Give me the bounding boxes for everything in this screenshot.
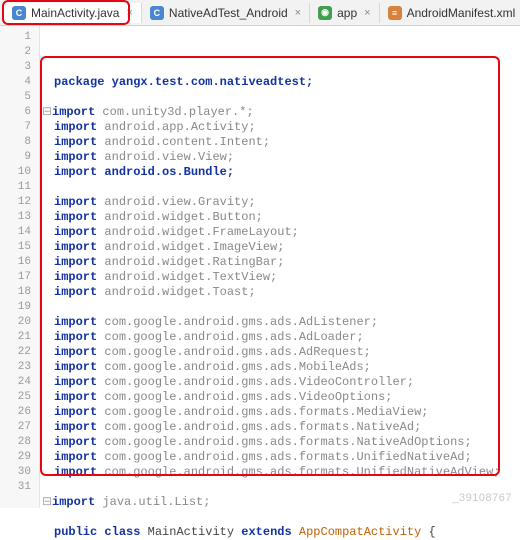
code-line xyxy=(54,300,520,315)
line-number: 11 xyxy=(4,180,31,195)
code-line: import com.google.android.gms.ads.format… xyxy=(54,435,520,450)
close-icon[interactable]: × xyxy=(364,7,370,19)
line-number: 18 xyxy=(4,285,31,300)
line-number: 1 xyxy=(4,30,31,45)
filetype-icon: C xyxy=(150,6,164,20)
code-line: import android.view.View; xyxy=(54,150,520,165)
code-line: import com.google.android.gms.ads.Mobile… xyxy=(54,360,520,375)
code-line: import android.view.Gravity; xyxy=(54,195,520,210)
tab-label: AndroidManifest.xml xyxy=(407,6,516,20)
line-number: 23 xyxy=(4,360,31,375)
code-line: import android.widget.TextView; xyxy=(54,270,520,285)
line-number: 30 xyxy=(4,465,31,480)
line-number: 7 xyxy=(4,120,31,135)
code-line: import android.widget.Toast; xyxy=(54,285,520,300)
line-number: 13 xyxy=(4,210,31,225)
line-number: 27 xyxy=(4,420,31,435)
line-number: 29 xyxy=(4,450,31,465)
code-area[interactable]: package yangx.test.com.nativeadtest; ⊟im… xyxy=(40,26,520,508)
line-number: 28 xyxy=(4,435,31,450)
line-number: 15 xyxy=(4,240,31,255)
line-number: 2 xyxy=(4,45,31,60)
tab-label: app xyxy=(337,6,357,20)
tab-label: NativeAdTest_Android xyxy=(169,6,288,20)
code-line: import android.widget.FrameLayout; xyxy=(54,225,520,240)
code-line xyxy=(54,90,520,105)
line-number: 14 xyxy=(4,225,31,240)
fold-icon[interactable]: ⊟ xyxy=(42,105,52,120)
code-line: import com.google.android.gms.ads.format… xyxy=(54,465,520,480)
code-line: import com.google.android.gms.ads.format… xyxy=(54,420,520,435)
line-number: 16 xyxy=(4,255,31,270)
line-number: 20 xyxy=(4,315,31,330)
code-editor: 1234567891011121314151617181920212223242… xyxy=(0,26,520,508)
filetype-icon: C xyxy=(12,6,26,20)
line-number: 25 xyxy=(4,390,31,405)
code-line: ⊟import com.unity3d.player.*; xyxy=(54,105,520,120)
code-line: import android.widget.ImageView; xyxy=(54,240,520,255)
code-line xyxy=(54,510,520,525)
tab-app[interactable]: ◉ app × xyxy=(310,3,379,23)
code-line: import com.google.android.gms.ads.VideoC… xyxy=(54,375,520,390)
code-line: import android.widget.RatingBar; xyxy=(54,255,520,270)
line-number: 24 xyxy=(4,375,31,390)
line-number: 17 xyxy=(4,270,31,285)
code-line xyxy=(54,180,520,195)
line-numbers-gutter: 1234567891011121314151617181920212223242… xyxy=(0,26,40,508)
line-number: 4 xyxy=(4,75,31,90)
code-line: public class MainActivity extends AppCom… xyxy=(54,525,520,540)
code-line: import com.google.android.gms.ads.format… xyxy=(54,405,520,420)
code-line: import com.google.android.gms.ads.AdRequ… xyxy=(54,345,520,360)
filetype-icon: ≡ xyxy=(388,6,402,20)
line-number: 22 xyxy=(4,345,31,360)
tab-nativeadtest-android[interactable]: C NativeAdTest_Android × xyxy=(142,3,310,23)
code-line: import android.widget.Button; xyxy=(54,210,520,225)
line-number: 9 xyxy=(4,150,31,165)
tab-mainactivity-java[interactable]: C MainActivity.java × xyxy=(4,3,142,23)
code-line: import com.google.android.gms.ads.AdList… xyxy=(54,315,520,330)
code-line: import android.os.Bundle; xyxy=(54,165,520,180)
line-number: 6 xyxy=(4,105,31,120)
editor-tabs: C MainActivity.java × C NativeAdTest_Android… xyxy=(0,0,520,26)
watermark-text: _39108767 xyxy=(452,492,512,504)
line-number: 26 xyxy=(4,405,31,420)
close-icon[interactable]: × xyxy=(126,7,132,19)
code-line: import com.google.android.gms.ads.VideoO… xyxy=(54,390,520,405)
code-line: import com.google.android.gms.ads.AdLoad… xyxy=(54,330,520,345)
code-line xyxy=(54,480,520,495)
code-line: import android.content.Intent; xyxy=(54,135,520,150)
line-number: 8 xyxy=(4,135,31,150)
tab-androidmanifest-xml[interactable]: ≡AndroidManifest.xml× xyxy=(380,3,520,23)
tab-label: MainActivity.java xyxy=(31,6,119,20)
line-number: 31 xyxy=(4,480,31,495)
line-number: 21 xyxy=(4,330,31,345)
filetype-icon: ◉ xyxy=(318,6,332,20)
line-number: 12 xyxy=(4,195,31,210)
code-line: import com.google.android.gms.ads.format… xyxy=(54,450,520,465)
line-number: 3 xyxy=(4,60,31,75)
line-number: 5 xyxy=(4,90,31,105)
line-number: 19 xyxy=(4,300,31,315)
code-line: import android.app.Activity; xyxy=(54,120,520,135)
code-line: package yangx.test.com.nativeadtest; xyxy=(54,75,520,90)
close-icon[interactable]: × xyxy=(295,7,301,19)
line-number: 10 xyxy=(4,165,31,180)
